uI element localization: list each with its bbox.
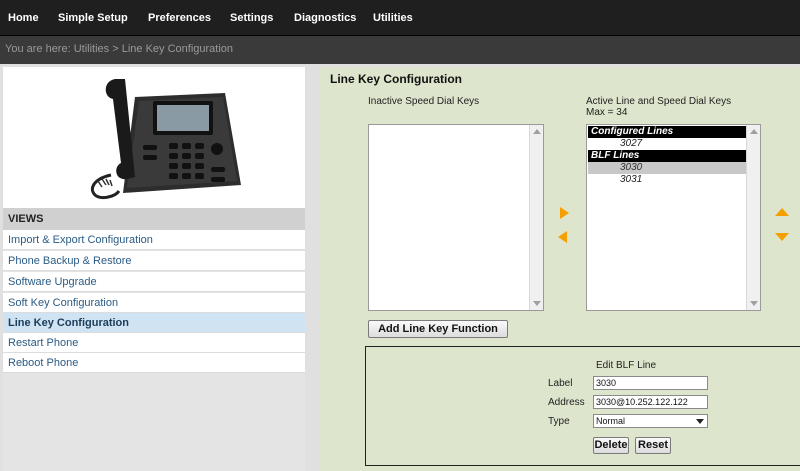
views-header: VIEWS xyxy=(3,208,305,230)
inactive-keys-list[interactable] xyxy=(368,124,544,311)
address-field-label: Address xyxy=(548,397,585,408)
nav-settings[interactable]: Settings xyxy=(230,0,273,36)
address-input[interactable]: 3030@10.252.122.122 xyxy=(593,395,708,409)
sidebar-item-import-export[interactable]: Import & Export Configuration xyxy=(3,230,305,250)
active-keys-max: Max = 34 xyxy=(586,107,628,118)
move-down-arrow-icon[interactable] xyxy=(775,233,789,241)
nav-utilities[interactable]: Utilities xyxy=(373,0,413,36)
delete-button[interactable]: Delete xyxy=(593,437,629,454)
breadcrumb-page: Line Key Configuration xyxy=(121,43,234,55)
breadcrumb: You are here: Utilities > Line Key Confi… xyxy=(0,36,800,64)
move-up-arrow-icon[interactable] xyxy=(775,208,789,216)
phone-image-box xyxy=(3,67,305,208)
type-field-label: Type xyxy=(548,416,570,427)
inactive-list-scrollbar[interactable] xyxy=(529,125,543,310)
active-keys-label: Active Line and Speed Dial Keys xyxy=(586,96,732,107)
scroll-up-icon[interactable] xyxy=(750,129,758,134)
desk-phone-image xyxy=(90,79,241,200)
sidebar-item-restart-phone[interactable]: Restart Phone xyxy=(3,333,305,353)
label-field-label: Label xyxy=(548,378,573,389)
inactive-keys-label: Inactive Speed Dial Keys xyxy=(368,96,480,107)
move-left-arrow-icon[interactable] xyxy=(558,231,567,243)
sidebar-item-backup-restore[interactable]: Phone Backup & Restore xyxy=(3,251,305,271)
sidebar: VIEWS Import & Export Configuration Phon… xyxy=(3,67,305,471)
active-keys-list[interactable]: Configured Lines 3027 BLF Lines 3030 303… xyxy=(586,124,761,311)
top-nav-bar: Home Simple Setup Preferences Settings D… xyxy=(0,0,800,36)
add-line-key-function-button[interactable]: Add Line Key Function xyxy=(368,320,508,338)
list-item-selected[interactable]: 3030 xyxy=(588,162,746,174)
active-list-scrollbar[interactable] xyxy=(746,125,760,310)
type-select[interactable]: Normal xyxy=(593,414,708,428)
configured-lines-header: Configured Lines xyxy=(588,126,746,138)
breadcrumb-prefix: You are here: xyxy=(5,43,71,55)
nav-diagnostics[interactable]: Diagnostics xyxy=(294,0,356,36)
main-panel: Line Key Configuration Inactive Speed Di… xyxy=(320,67,800,471)
sidebar-item-reboot-phone[interactable]: Reboot Phone xyxy=(3,353,305,373)
edit-blf-line-panel: Edit BLF Line Label 3030 Address 3030@10… xyxy=(365,346,800,466)
reset-button[interactable]: Reset xyxy=(635,437,671,454)
scroll-up-icon[interactable] xyxy=(533,129,541,134)
nav-home[interactable]: Home xyxy=(8,0,39,36)
breadcrumb-section[interactable]: Utilities xyxy=(74,43,109,55)
nav-simple-setup[interactable]: Simple Setup xyxy=(58,0,128,36)
type-select-value: Normal xyxy=(596,416,626,426)
move-right-arrow-icon[interactable] xyxy=(560,207,569,219)
list-item[interactable]: 3027 xyxy=(588,138,746,150)
nav-preferences[interactable]: Preferences xyxy=(148,0,211,36)
edit-blf-title: Edit BLF Line xyxy=(596,360,657,371)
label-input[interactable]: 3030 xyxy=(593,376,708,390)
blf-lines-header: BLF Lines xyxy=(588,150,746,162)
sidebar-item-line-key-configuration[interactable]: Line Key Configuration xyxy=(3,313,305,333)
scroll-down-icon[interactable] xyxy=(533,301,541,306)
scroll-down-icon[interactable] xyxy=(750,301,758,306)
breadcrumb-separator: > xyxy=(112,43,119,55)
sidebar-item-soft-key-configuration[interactable]: Soft Key Configuration xyxy=(3,293,305,313)
list-item[interactable]: 3031 xyxy=(588,174,746,186)
chevron-down-icon xyxy=(696,419,704,424)
sidebar-item-software-upgrade[interactable]: Software Upgrade xyxy=(3,272,305,292)
page-title: Line Key Configuration xyxy=(330,72,462,86)
